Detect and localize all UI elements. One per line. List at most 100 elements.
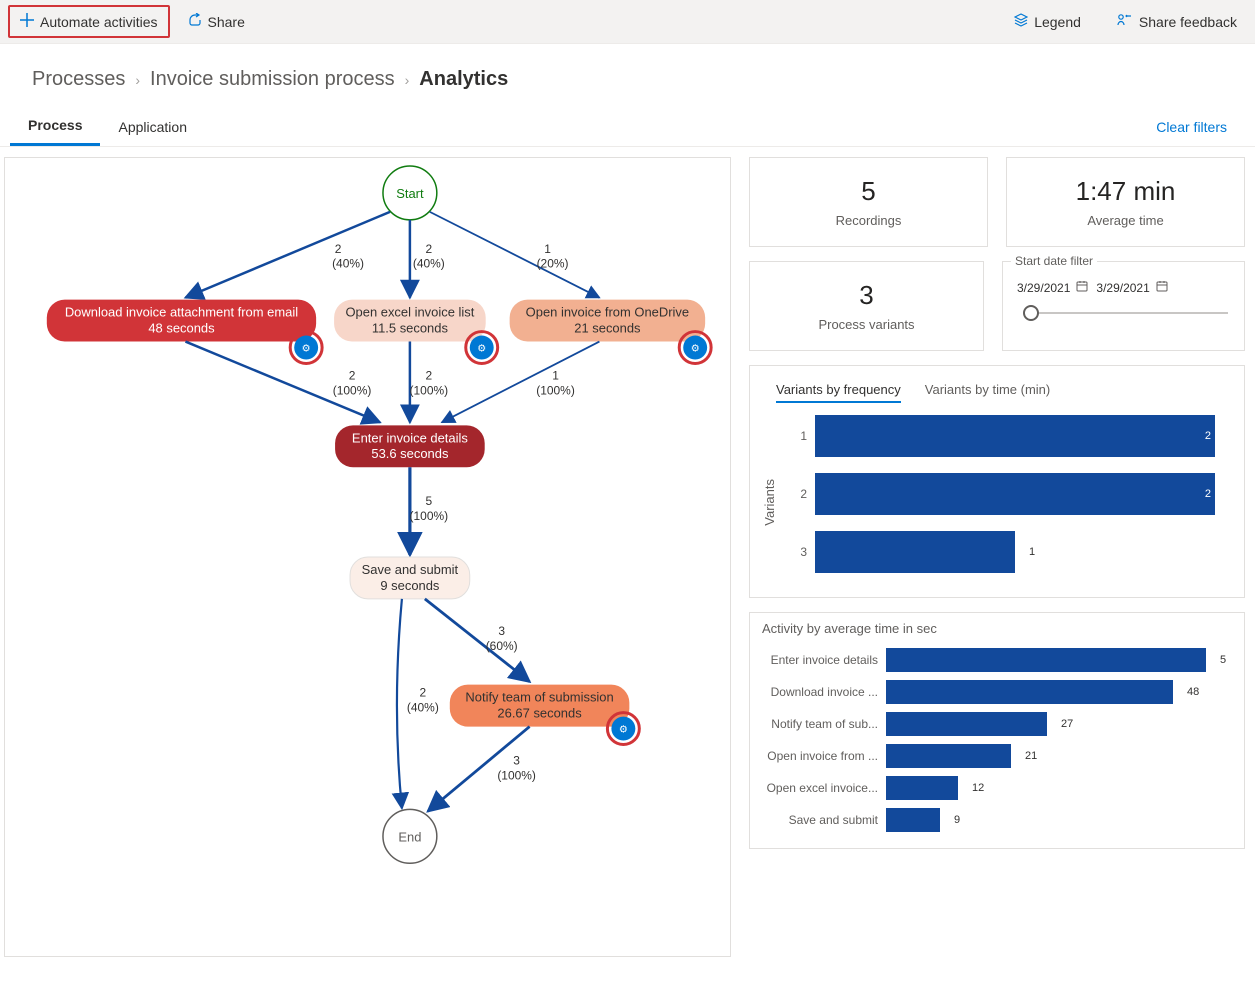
main-tabs: Process Application Clear filters xyxy=(0,107,1255,147)
svg-text:(40%): (40%) xyxy=(407,701,439,715)
svg-text:(40%): (40%) xyxy=(332,257,364,271)
svg-text:2: 2 xyxy=(349,368,356,382)
feedback-icon xyxy=(1117,13,1133,30)
svg-text:Enter invoice details: Enter invoice details xyxy=(352,430,468,445)
activity-label: Enter invoice details xyxy=(762,653,878,667)
stat-recordings-value: 5 xyxy=(760,176,977,207)
stat-variants-value: 3 xyxy=(760,280,973,311)
variant-3-label: 3 xyxy=(781,545,807,559)
tab-application[interactable]: Application xyxy=(100,109,205,145)
activity-label: Notify team of sub... xyxy=(762,717,878,731)
variants-yaxis-label: Variants xyxy=(762,479,777,526)
chevron-right-icon: › xyxy=(405,72,410,88)
svg-text:26.67 seconds: 26.67 seconds xyxy=(497,706,582,721)
activity-label: Download invoice ... xyxy=(762,685,878,699)
svg-text:1: 1 xyxy=(552,368,559,382)
legend-label: Legend xyxy=(1034,14,1081,30)
svg-text:53.6 seconds: 53.6 seconds xyxy=(371,446,449,461)
tab-process[interactable]: Process xyxy=(10,107,100,146)
svg-text:2: 2 xyxy=(426,242,433,256)
automation-icon: ⚙ xyxy=(619,725,628,736)
svg-text:(100%): (100%) xyxy=(333,383,372,397)
plus-icon xyxy=(20,13,34,30)
chevron-right-icon: › xyxy=(135,72,140,88)
activity-bar[interactable] xyxy=(886,712,1047,736)
node-end-label: End xyxy=(398,829,421,844)
clear-filters-button[interactable]: Clear filters xyxy=(1138,109,1245,145)
svg-text:(20%): (20%) xyxy=(537,257,569,271)
breadcrumb: Processes › Invoice submission process ›… xyxy=(0,44,1255,107)
svg-text:11.5 seconds: 11.5 seconds xyxy=(372,321,449,336)
layers-icon xyxy=(1014,13,1028,30)
automate-activities-button[interactable]: Automate activities xyxy=(8,5,170,38)
svg-text:Open invoice from OneDrive: Open invoice from OneDrive xyxy=(526,305,689,320)
activity-bar[interactable] xyxy=(886,744,1011,768)
svg-text:(100%): (100%) xyxy=(497,768,536,782)
process-map[interactable]: Start 2 (40%) 2 (40%) 1 (20%) Download i… xyxy=(4,157,731,957)
tab-variants-time[interactable]: Variants by time (min) xyxy=(925,378,1050,403)
feedback-label: Share feedback xyxy=(1139,14,1237,30)
svg-text:5: 5 xyxy=(426,494,433,508)
svg-text:2: 2 xyxy=(335,242,342,256)
activity-chart-title: Activity by average time in sec xyxy=(762,621,1232,636)
automation-icon: ⚙ xyxy=(477,344,486,355)
svg-text:(100%): (100%) xyxy=(410,383,449,397)
activity-bar[interactable] xyxy=(886,648,1206,672)
stat-avg-time: 1:47 min Average time xyxy=(1006,157,1245,247)
activity-label: Open excel invoice... xyxy=(762,781,878,795)
calendar-icon xyxy=(1076,280,1088,295)
svg-text:Open excel invoice list: Open excel invoice list xyxy=(345,305,474,320)
automate-activities-label: Automate activities xyxy=(40,14,158,30)
svg-text:1: 1 xyxy=(544,242,551,256)
activity-label: Save and submit xyxy=(762,813,878,827)
stat-variants: 3 Process variants xyxy=(749,261,984,351)
activity-bar[interactable] xyxy=(886,808,940,832)
toolbar: Automate activities Share Legend Share f… xyxy=(0,0,1255,44)
date-to[interactable]: 3/29/2021 xyxy=(1096,280,1167,295)
variant-3-bar[interactable] xyxy=(815,531,1015,573)
start-date-filter[interactable]: Start date filter 3/29/2021 3/29/2021 xyxy=(1002,261,1245,351)
variant-2-label: 2 xyxy=(781,487,807,501)
variant-2-bar[interactable]: 2 xyxy=(815,473,1215,515)
activity-label: Open invoice from ... xyxy=(762,749,878,763)
activity-bar[interactable] xyxy=(886,776,958,800)
stat-variants-label: Process variants xyxy=(760,317,973,332)
svg-text:Download invoice attachment fr: Download invoice attachment from email xyxy=(65,305,298,320)
svg-text:(60%): (60%) xyxy=(486,639,518,653)
tab-variants-frequency[interactable]: Variants by frequency xyxy=(776,378,901,403)
svg-text:2: 2 xyxy=(420,686,427,700)
svg-text:(100%): (100%) xyxy=(410,509,449,523)
stat-recordings: 5 Recordings xyxy=(749,157,988,247)
date-from[interactable]: 3/29/2021 xyxy=(1017,280,1088,295)
svg-text:48 seconds: 48 seconds xyxy=(148,321,215,336)
share-button[interactable]: Share xyxy=(178,7,255,36)
share-icon xyxy=(188,13,202,30)
share-feedback-button[interactable]: Share feedback xyxy=(1107,7,1247,36)
svg-text:(40%): (40%) xyxy=(413,257,445,271)
svg-text:2: 2 xyxy=(426,368,433,382)
activity-bar[interactable] xyxy=(886,680,1173,704)
activity-time-chart: Activity by average time in sec Enter in… xyxy=(749,612,1245,849)
svg-text:21 seconds: 21 seconds xyxy=(574,321,641,336)
variant-1-label: 1 xyxy=(781,429,807,443)
stat-avg-time-label: Average time xyxy=(1017,213,1234,228)
svg-text:(100%): (100%) xyxy=(536,383,575,397)
calendar-icon xyxy=(1156,280,1168,295)
date-filter-label: Start date filter xyxy=(1011,254,1097,268)
breadcrumb-root[interactable]: Processes xyxy=(32,68,125,91)
date-slider[interactable] xyxy=(1017,305,1230,321)
breadcrumb-process[interactable]: Invoice submission process xyxy=(150,68,395,91)
legend-button[interactable]: Legend xyxy=(1004,7,1091,36)
svg-text:Save and submit: Save and submit xyxy=(362,562,459,577)
svg-text:3: 3 xyxy=(513,753,520,767)
variant-1-bar[interactable]: 2 xyxy=(815,415,1215,457)
svg-text:3: 3 xyxy=(498,624,505,638)
breadcrumb-current: Analytics xyxy=(419,68,508,91)
svg-text:Notify team of submission: Notify team of submission xyxy=(465,690,613,705)
stat-avg-time-value: 1:47 min xyxy=(1017,176,1234,207)
stat-recordings-label: Recordings xyxy=(760,213,977,228)
svg-text:9 seconds: 9 seconds xyxy=(380,578,440,593)
automation-icon: ⚙ xyxy=(302,344,311,355)
automation-icon: ⚙ xyxy=(691,344,700,355)
variants-chart: Variants by frequency Variants by time (… xyxy=(749,365,1245,598)
